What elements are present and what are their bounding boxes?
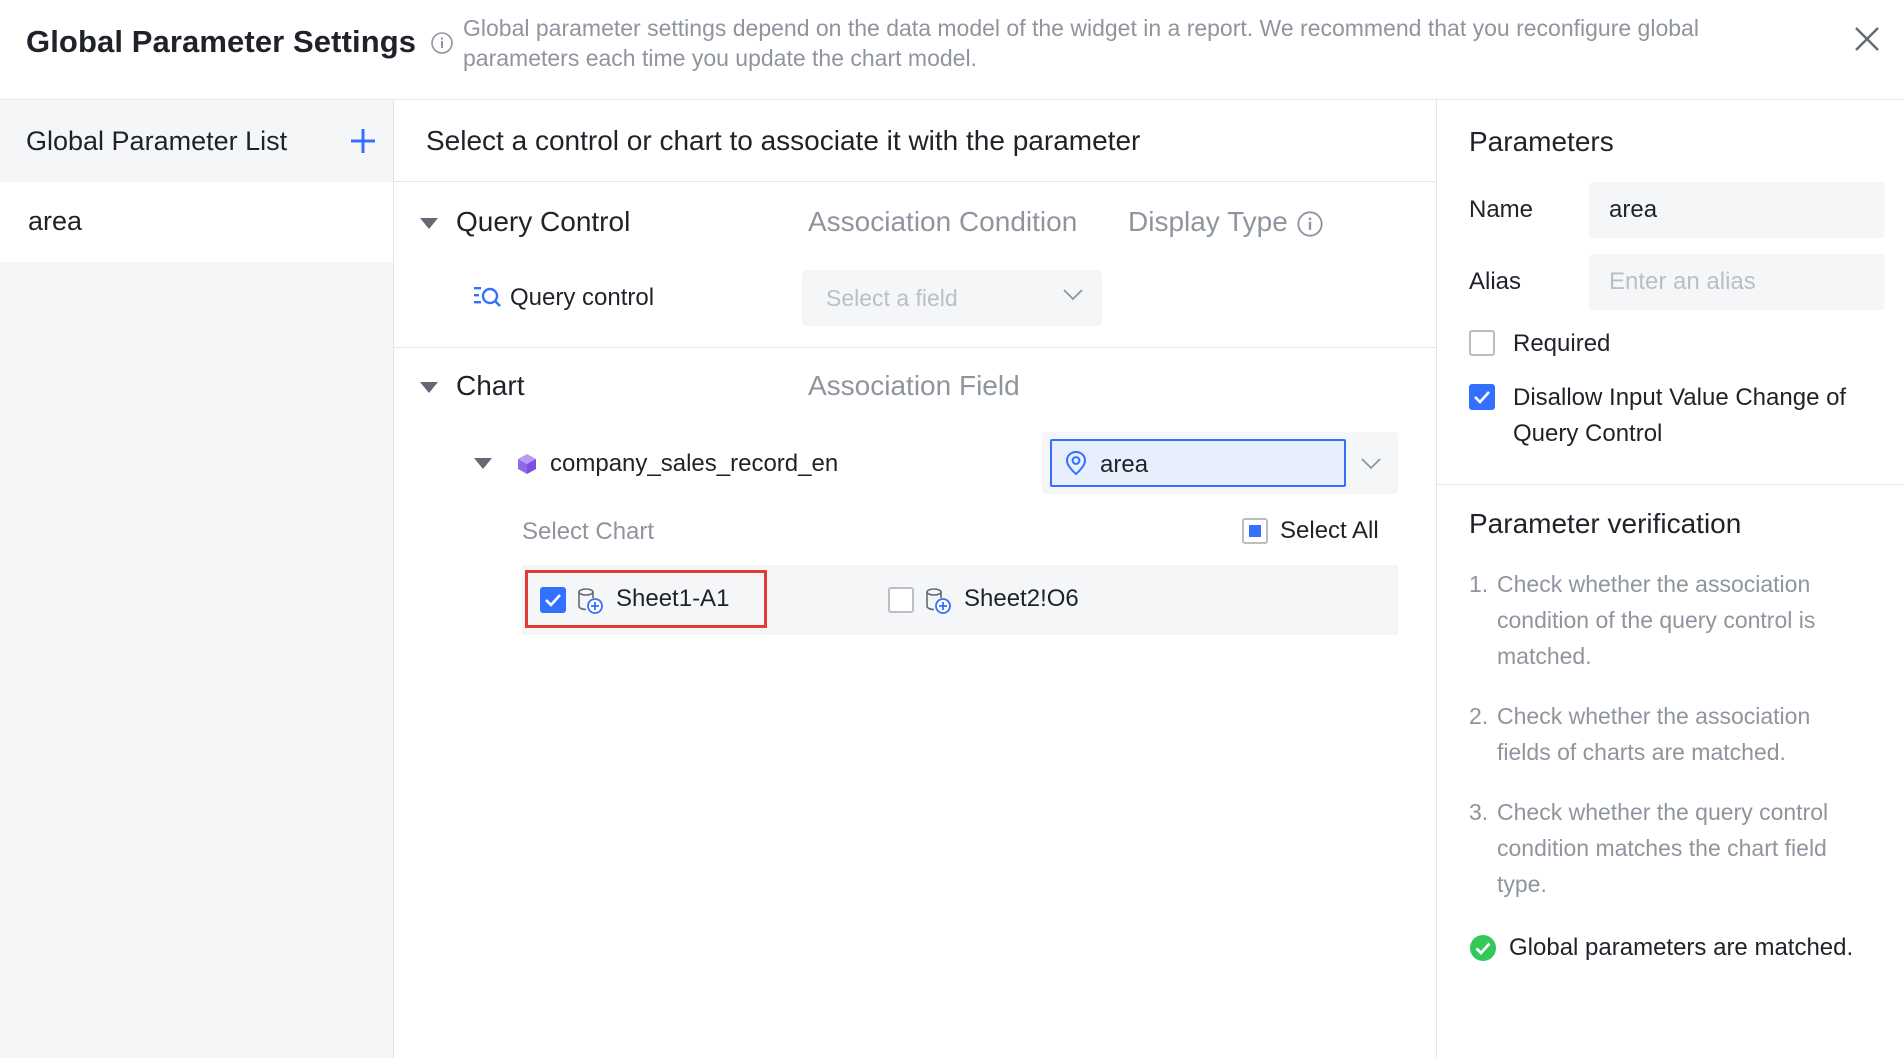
parameter-item-area[interactable]: area <box>0 182 393 262</box>
dataset-name: company_sales_record_en <box>550 450 839 477</box>
query-control-collapse-icon[interactable] <box>420 218 438 229</box>
association-panel: Select a control or chart to associate i… <box>394 100 1436 1058</box>
required-checkbox[interactable]: Required <box>1469 326 1769 366</box>
verification-item-text: Check whether the query control conditio… <box>1497 799 1829 897</box>
location-pin-icon <box>1065 450 1087 476</box>
dataset-cube-icon <box>518 454 536 474</box>
close-icon[interactable] <box>1850 22 1884 56</box>
select-all-checkbox[interactable]: Select All <box>1242 516 1392 548</box>
required-label: Required <box>1513 330 1611 357</box>
checkmark-icon <box>545 594 561 607</box>
info-icon[interactable] <box>430 31 454 55</box>
dialog-header: Global Parameter Settings Global paramet… <box>0 0 1904 100</box>
chart-item-sheet2-o6[interactable]: Sheet2!O6 <box>872 565 1172 635</box>
parameter-list-title: Global Parameter List <box>26 126 288 156</box>
query-control-section-title: Query Control <box>456 206 631 237</box>
disallow-checkbox-box[interactable] <box>1469 384 1495 410</box>
association-condition-select[interactable]: Select a field <box>802 270 1102 326</box>
display-type-info-icon[interactable] <box>1296 210 1324 238</box>
verification-item: 1. Check whether the association conditi… <box>1469 566 1869 674</box>
global-parameter-list-panel: Global Parameter List area <box>0 100 394 1058</box>
parameter-list-header: Global Parameter List <box>0 100 393 182</box>
select-chart-label: Select Chart <box>522 518 655 545</box>
verification-item-number: 1. <box>1469 571 1489 597</box>
add-parameter-icon[interactable] <box>348 126 378 156</box>
select-field-placeholder: Select a field <box>826 285 958 311</box>
association-condition-header: Association Condition <box>808 206 1078 237</box>
section-divider <box>394 347 1436 348</box>
alias-label: Alias <box>1469 268 1522 295</box>
disallow-input-change-checkbox[interactable]: Disallow Input Value Change of Query Con… <box>1469 380 1889 456</box>
panel-divider <box>1437 484 1904 485</box>
association-field-header: Association Field <box>808 370 1020 401</box>
verification-item: 2. Check whether the association fields … <box>1469 698 1869 770</box>
query-control-row-label: Query control <box>510 284 655 311</box>
chart-item-sheet1-a1[interactable]: Sheet1-A1 <box>522 565 822 635</box>
disallow-label-line2: Query Control <box>1513 420 1663 447</box>
dialog-title: Global Parameter Settings <box>26 24 417 59</box>
sheet-chart-icon <box>578 588 603 614</box>
disallow-label-line1: Disallow Input Value Change of <box>1513 384 1847 411</box>
success-check-icon <box>1470 935 1496 961</box>
verification-item-text: Check whether the association fields of … <box>1497 703 1811 765</box>
select-all-indeterminate-box <box>1242 518 1268 544</box>
association-field-value: area <box>1100 451 1149 478</box>
association-instruction: Select a control or chart to associate i… <box>426 125 1141 156</box>
chart-checkbox-checked[interactable] <box>540 587 566 613</box>
chart-item-label: Sheet2!O6 <box>964 585 1079 612</box>
parameter-item-label: area <box>28 206 83 236</box>
required-checkbox-box[interactable] <box>1469 330 1495 356</box>
association-field-select[interactable]: area <box>1050 439 1346 487</box>
name-field[interactable] <box>1589 182 1885 238</box>
dataset-collapse-icon[interactable] <box>474 458 492 469</box>
display-type-header: Display Type <box>1128 206 1288 237</box>
header-description: Global parameter settings depend on the … <box>463 15 1699 71</box>
parameters-title: Parameters <box>1469 126 1614 157</box>
chart-collapse-icon[interactable] <box>420 382 438 393</box>
name-label: Name <box>1469 196 1534 223</box>
verification-list: 1. Check whether the association conditi… <box>1469 566 1869 926</box>
chevron-down-icon[interactable] <box>1360 457 1382 471</box>
chart-list: Sheet1-A1 Sheet2!O6 <box>522 565 1398 635</box>
select-all-label: Select All <box>1280 517 1379 544</box>
chart-checkbox-unchecked[interactable] <box>888 587 914 613</box>
verification-item-text: Check whether the association condition … <box>1497 571 1816 669</box>
verification-item-number: 2. <box>1469 703 1489 729</box>
association-instruction-bar: Select a control or chart to associate i… <box>394 100 1436 182</box>
verification-item: 3. Check whether the query control condi… <box>1469 794 1869 902</box>
query-control-icon <box>474 287 501 307</box>
verification-item-number: 3. <box>1469 799 1489 825</box>
verification-status-text: Global parameters are matched. <box>1509 934 1854 961</box>
chart-section-title: Chart <box>456 370 525 401</box>
chart-item-label: Sheet1-A1 <box>616 585 730 612</box>
chevron-down-icon <box>1063 289 1083 301</box>
sheet-chart-icon <box>926 588 951 614</box>
verification-title: Parameter verification <box>1469 508 1742 539</box>
alias-field[interactable] <box>1589 254 1885 310</box>
checkmark-icon <box>1474 391 1490 404</box>
association-field-select-wrapper: area <box>1042 432 1398 494</box>
parameter-properties-panel: Parameters Name Alias Required Disallow … <box>1436 100 1904 1058</box>
